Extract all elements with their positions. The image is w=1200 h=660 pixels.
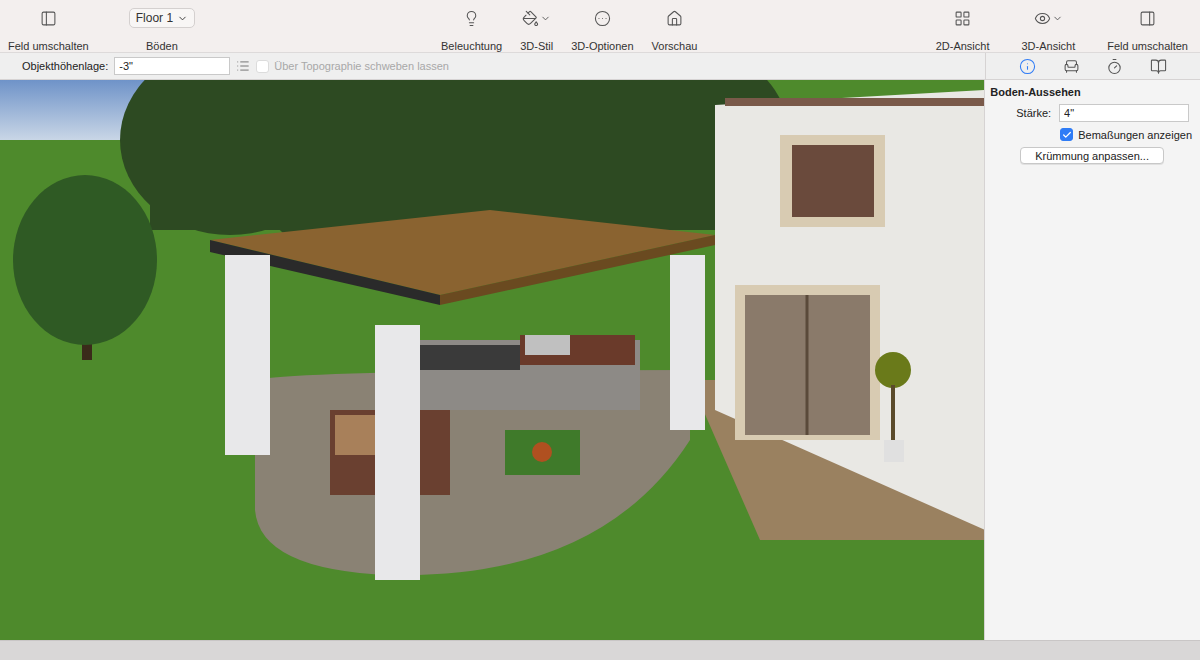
object-options: Objekthöhenlage: Über Topographie schwebe… xyxy=(0,53,985,79)
chevron-down-icon xyxy=(1052,13,1063,24)
toolbar-label: Vorschau xyxy=(652,40,698,52)
inspector-tab[interactable] xyxy=(1148,56,1169,77)
check-icon xyxy=(1062,130,1072,140)
toolbar-button[interactable]: Beleuchtung xyxy=(437,8,506,52)
options-bar: Objekthöhenlage: Über Topographie schwebe… xyxy=(0,52,1200,80)
inspector-tab[interactable] xyxy=(1104,56,1125,77)
field-row: Stärke: xyxy=(990,104,1192,122)
thickness-field[interactable] xyxy=(1059,104,1189,122)
toolbar-label: Feld umschalten xyxy=(8,40,89,52)
timer-icon xyxy=(1106,58,1123,75)
inspector-panel: Boden-Aussehen Stärke: Bemaßungen anzeigen… xyxy=(984,80,1200,640)
toolbar-label: Beleuchtung xyxy=(441,40,502,52)
floor-selector: Floor 1 Böden xyxy=(129,8,195,52)
potted-plant xyxy=(875,352,911,462)
pergola xyxy=(210,210,715,580)
checkbox-box xyxy=(256,60,269,73)
eye-icon xyxy=(1034,10,1051,27)
list-icon[interactable] xyxy=(236,59,250,73)
app-window: Feld umschalten Floor 1 Böden Beleuchtung 3D… xyxy=(0,0,1200,660)
checkbox-box[interactable] xyxy=(1060,128,1073,141)
checkbox-row: Bemaßungen anzeigen xyxy=(990,128,1192,141)
grid-icon xyxy=(954,10,971,27)
toolbar-button[interactable]: 2D-Ansicht xyxy=(932,8,994,52)
info-icon xyxy=(1019,58,1036,75)
checkbox[interactable]: Bemaßungen anzeigen xyxy=(1060,128,1192,141)
toolbar-label: 3D-Stil xyxy=(520,40,553,52)
toolbar-label: 2D-Ansicht xyxy=(936,40,990,52)
inspector-tab[interactable] xyxy=(1017,56,1038,77)
fire-pit xyxy=(505,430,580,475)
toolbar-button-icon-row xyxy=(40,8,57,28)
outdoor-kitchen xyxy=(410,335,640,410)
toolbar-button-icon-row xyxy=(1034,8,1063,28)
inspector-tab[interactable] xyxy=(1061,56,1082,77)
chair-icon xyxy=(1063,58,1080,75)
toolbar-label: Feld umschalten xyxy=(1107,40,1188,52)
toolbar-button[interactable]: 3D-Optionen xyxy=(567,8,637,52)
3d-scene[interactable] xyxy=(0,80,984,640)
floor-dropdown[interactable]: Floor 1 xyxy=(129,8,195,28)
toolbar-button-icon-row xyxy=(1139,8,1156,28)
toolbar-left: Feld umschalten Floor 1 Böden xyxy=(4,8,437,52)
toolbar-button-icon-row xyxy=(666,8,683,28)
options-icon xyxy=(594,10,611,27)
toolbar-button-icon-row xyxy=(594,8,611,28)
checkbox-label: Bemaßungen anzeigen xyxy=(1078,129,1192,141)
elevation-field[interactable] xyxy=(114,57,230,75)
chevron-down-icon xyxy=(177,13,188,24)
toolbar-button[interactable]: Vorschau xyxy=(648,8,702,52)
toolbar-button[interactable]: Feld umschalten xyxy=(1103,8,1192,52)
toolbar-button-icon-row xyxy=(954,8,971,28)
chevron-down-icon xyxy=(540,13,551,24)
fire xyxy=(532,442,552,462)
panel-right-icon xyxy=(1139,10,1156,27)
panel-left-icon xyxy=(40,10,57,27)
house-icon xyxy=(666,10,683,27)
main-area: Boden-Aussehen Stärke: Bemaßungen anzeigen… xyxy=(0,80,1200,640)
checkbox-label: Über Topographie schweben lassen xyxy=(274,60,449,72)
field-label: Stärke: xyxy=(1016,107,1051,119)
inspector-tabs xyxy=(985,53,1200,79)
toolbar-button-icon-row xyxy=(522,8,551,28)
tree xyxy=(13,175,157,360)
3d-viewport[interactable] xyxy=(0,80,984,640)
toolbar-center: Beleuchtung 3D-Stil 3D-Optionen Vorschau xyxy=(437,8,701,52)
section-title: Boden-Aussehen xyxy=(990,86,1192,98)
book-icon xyxy=(1150,58,1167,75)
toolbar-right: 2D-Ansicht 3D-Ansicht Feld umschalten xyxy=(932,8,1192,52)
paint-bucket-icon xyxy=(522,10,539,27)
toolbar: Feld umschalten Floor 1 Böden Beleuchtung 3D… xyxy=(0,0,1200,52)
status-strip xyxy=(0,640,1200,660)
toolbar-button[interactable]: 3D-Stil xyxy=(516,8,557,52)
toolbar-button-icon-row xyxy=(463,8,480,28)
toolbar-label: Böden xyxy=(146,40,178,52)
checkbox: Über Topographie schweben lassen xyxy=(256,60,449,73)
house xyxy=(715,90,984,530)
toolbar-label: 3D-Optionen xyxy=(571,40,633,52)
toolbar-button[interactable]: 3D-Ansicht xyxy=(1017,8,1079,52)
toggle-panel-button[interactable]: Feld umschalten xyxy=(4,8,93,52)
field-label: Objekthöhenlage: xyxy=(22,60,108,72)
toolbar-label: 3D-Ansicht xyxy=(1021,40,1075,52)
lightbulb-icon xyxy=(463,10,480,27)
adjust-curvature-button[interactable]: Krümmung anpassen... xyxy=(1020,147,1164,164)
